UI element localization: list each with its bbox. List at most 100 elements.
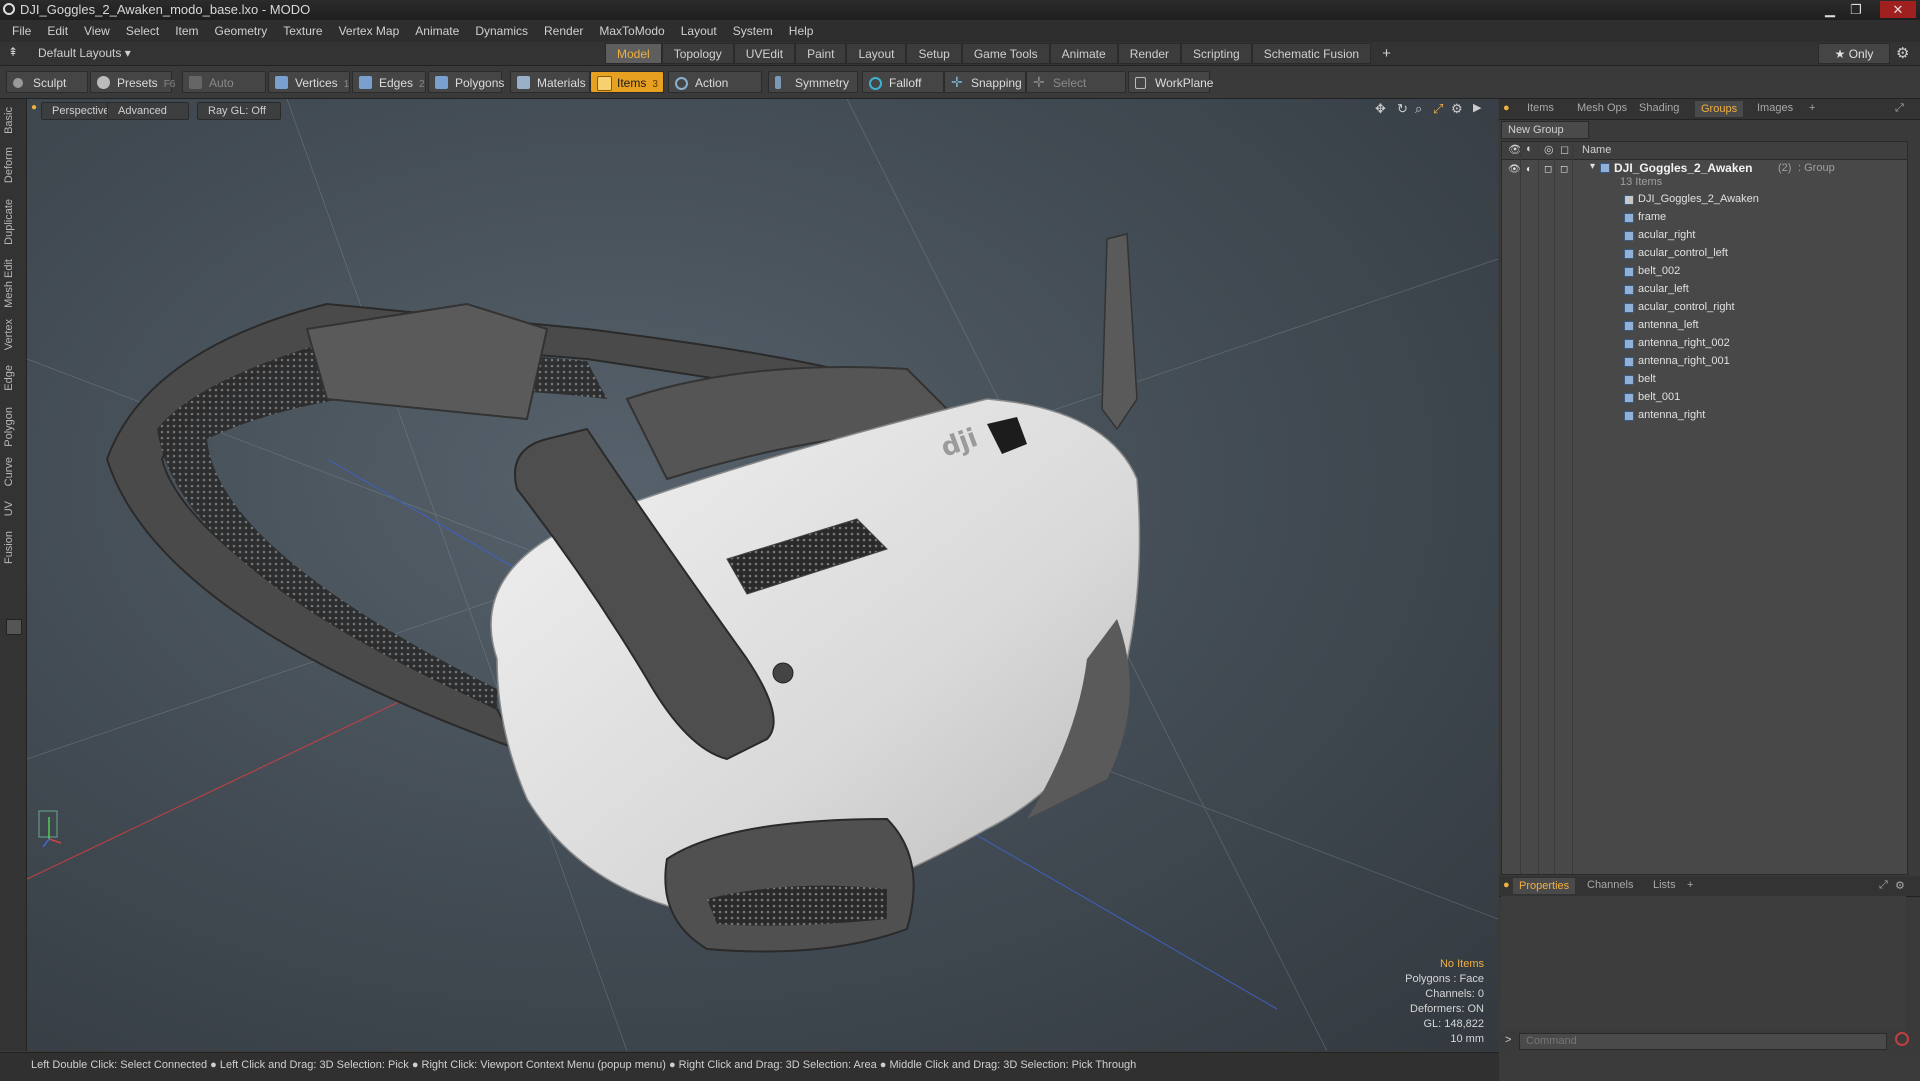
render-column-icon[interactable]: ◐ <box>1526 143 1533 155</box>
close-button[interactable]: ✕ <box>1880 1 1916 18</box>
tab-layout[interactable]: Layout <box>846 43 907 64</box>
rotate-icon[interactable]: ↻ <box>1397 101 1408 117</box>
tab-model[interactable]: Model <box>605 43 662 64</box>
auto-select-button[interactable]: Auto Select <box>182 71 266 112</box>
tab-game-tools[interactable]: Game Tools <box>961 43 1050 64</box>
vtab-deform[interactable]: Deform <box>3 147 23 183</box>
vtab-uv[interactable]: UV <box>3 501 23 516</box>
menu-dynamics[interactable]: Dynamics <box>467 20 536 42</box>
vtab-edge[interactable]: Edge <box>3 365 23 391</box>
menu-view[interactable]: View <box>76 20 118 42</box>
tab-images[interactable]: Images <box>1757 102 1793 114</box>
symmetry-button[interactable]: Symmetry <box>768 71 858 93</box>
layouts-dropdown[interactable]: Default Layouts ▾ <box>38 46 131 60</box>
vtab-basic[interactable]: Basic <box>3 107 23 134</box>
tab-scripting[interactable]: Scripting <box>1181 43 1252 64</box>
viewport-expand-icon[interactable]: ▶ <box>1473 101 1481 114</box>
menu-vertex-map[interactable]: Vertex Map <box>331 20 408 42</box>
menu-system[interactable]: System <box>725 20 781 42</box>
properties-gear-icon[interactable]: ⚙ <box>1895 879 1905 892</box>
group-row[interactable]: 👁 ◐ ◻ ◻ ▾ DJI_Goggles_2_Awaken (2) : Gro… <box>1502 160 1907 190</box>
command-stop-icon[interactable] <box>1895 1032 1909 1046</box>
list-item[interactable]: belt_001 <box>1502 389 1907 407</box>
command-input[interactable] <box>1519 1033 1887 1050</box>
vtab-polygon[interactable]: Polygon <box>3 407 23 447</box>
menu-animate[interactable]: Animate <box>407 20 467 42</box>
select-column-icon[interactable]: ◻ <box>1560 143 1569 156</box>
tab-items[interactable]: Items <box>1527 102 1554 114</box>
menu-texture[interactable]: Texture <box>275 20 330 42</box>
new-group-button[interactable]: New Group <box>1501 121 1589 139</box>
tab-uvedit[interactable]: UVEdit <box>733 43 796 64</box>
ray-gl-button[interactable]: Ray GL: Off <box>197 102 281 120</box>
only-toggle-button[interactable]: ★ Only <box>1818 43 1890 64</box>
tab-setup[interactable]: Setup <box>906 43 962 64</box>
snapping-button[interactable]: ✛ Snapping <box>944 71 1026 93</box>
name-column-header[interactable]: Name <box>1582 144 1611 156</box>
list-item[interactable]: DJI_Goggles_2_Awaken <box>1502 191 1907 209</box>
pan-icon[interactable]: ✥ <box>1375 101 1386 117</box>
layout-pin-icon[interactable]: ⇞ <box>8 45 18 59</box>
tab-paint[interactable]: Paint <box>795 43 847 64</box>
panel-toggle-button[interactable] <box>6 619 22 635</box>
list-item[interactable]: antenna_right <box>1502 407 1907 425</box>
vtab-fusion[interactable]: Fusion <box>3 531 23 564</box>
group-lock-icon[interactable]: ◻ <box>1544 164 1552 175</box>
vertices-button[interactable]: Vertices 1 <box>268 71 350 93</box>
tab-topology[interactable]: Topology <box>661 43 734 64</box>
lock-column-icon[interactable]: ◎ <box>1544 143 1554 156</box>
fit-icon[interactable]: ⤢ <box>1433 101 1443 117</box>
group-visibility-icon[interactable]: 👁 <box>1508 164 1521 175</box>
tab-mesh-ops[interactable]: Mesh Ops <box>1577 102 1627 114</box>
list-item[interactable]: belt_002 <box>1502 263 1907 281</box>
select-through-button[interactable]: ✛Select Through <box>1026 71 1126 112</box>
list-item[interactable]: acular_control_right <box>1502 299 1907 317</box>
add-tab-button[interactable]: + <box>1809 102 1815 114</box>
list-item[interactable]: antenna_right_001 <box>1502 353 1907 371</box>
presets-button[interactable]: Presets F6 <box>90 71 175 93</box>
tab-schematic-fusion[interactable]: Schematic Fusion <box>1251 43 1372 64</box>
tab-properties[interactable]: Properties <box>1513 878 1576 894</box>
menu-edit[interactable]: Edit <box>39 20 76 42</box>
list-item[interactable]: acular_right <box>1502 227 1907 245</box>
materials-button[interactable]: Materials <box>510 71 590 93</box>
add-properties-tab-button[interactable]: + <box>1687 879 1693 891</box>
menu-layout[interactable]: Layout <box>673 20 725 42</box>
list-item[interactable]: belt <box>1502 371 1907 389</box>
menu-geometry[interactable]: Geometry <box>207 20 276 42</box>
gear-icon[interactable]: ⚙ <box>1896 44 1909 62</box>
tab-groups[interactable]: Groups <box>1695 101 1744 117</box>
menu-select[interactable]: Select <box>118 20 167 42</box>
workplane-button[interactable]: WorkPlane <box>1128 71 1213 93</box>
list-item[interactable]: acular_control_left <box>1502 245 1907 263</box>
vtab-duplicate[interactable]: Duplicate <box>3 199 23 245</box>
menu-file[interactable]: File <box>0 20 39 42</box>
maximize-button[interactable]: ❐ <box>1843 1 1869 18</box>
vtab-vertex[interactable]: Vertex <box>3 319 23 350</box>
properties-expand-icon[interactable]: ⤢ <box>1879 879 1888 892</box>
zoom-icon[interactable]: ⌕ <box>1415 101 1422 117</box>
polygons-button[interactable]: Polygons <box>428 71 504 93</box>
action-center-button[interactable]: Action Center <box>668 71 762 112</box>
vtab-mesh-edit[interactable]: Mesh Edit <box>3 259 23 308</box>
menu-maxtomodo[interactable]: MaxToModo <box>591 20 672 42</box>
sculpt-button[interactable]: Sculpt <box>6 71 88 93</box>
list-item[interactable]: antenna_right_002 <box>1502 335 1907 353</box>
menu-help[interactable]: Help <box>781 20 822 42</box>
group-collapse-icon[interactable]: ▾ <box>1590 161 1595 172</box>
panel-expand-icon[interactable]: ⤢ <box>1895 102 1904 115</box>
add-layout-button[interactable]: + <box>1371 43 1402 64</box>
menu-item[interactable]: Item <box>167 20 206 42</box>
tab-animate[interactable]: Animate <box>1049 43 1118 64</box>
tab-channels[interactable]: Channels <box>1587 879 1633 891</box>
group-select-icon[interactable]: ◻ <box>1560 164 1568 175</box>
advanced-button[interactable]: Advanced <box>107 102 189 120</box>
list-item[interactable]: acular_left <box>1502 281 1907 299</box>
edges-button[interactable]: Edges 2 <box>352 71 426 93</box>
minimize-button[interactable]: ▁ <box>1817 1 1843 18</box>
properties-menu-icon[interactable]: ● <box>1503 879 1510 891</box>
list-item[interactable]: frame <box>1502 209 1907 227</box>
tab-lists[interactable]: Lists <box>1653 879 1676 891</box>
vtab-curve[interactable]: Curve <box>3 457 23 486</box>
viewport-menu-icon[interactable]: ● <box>31 102 37 113</box>
